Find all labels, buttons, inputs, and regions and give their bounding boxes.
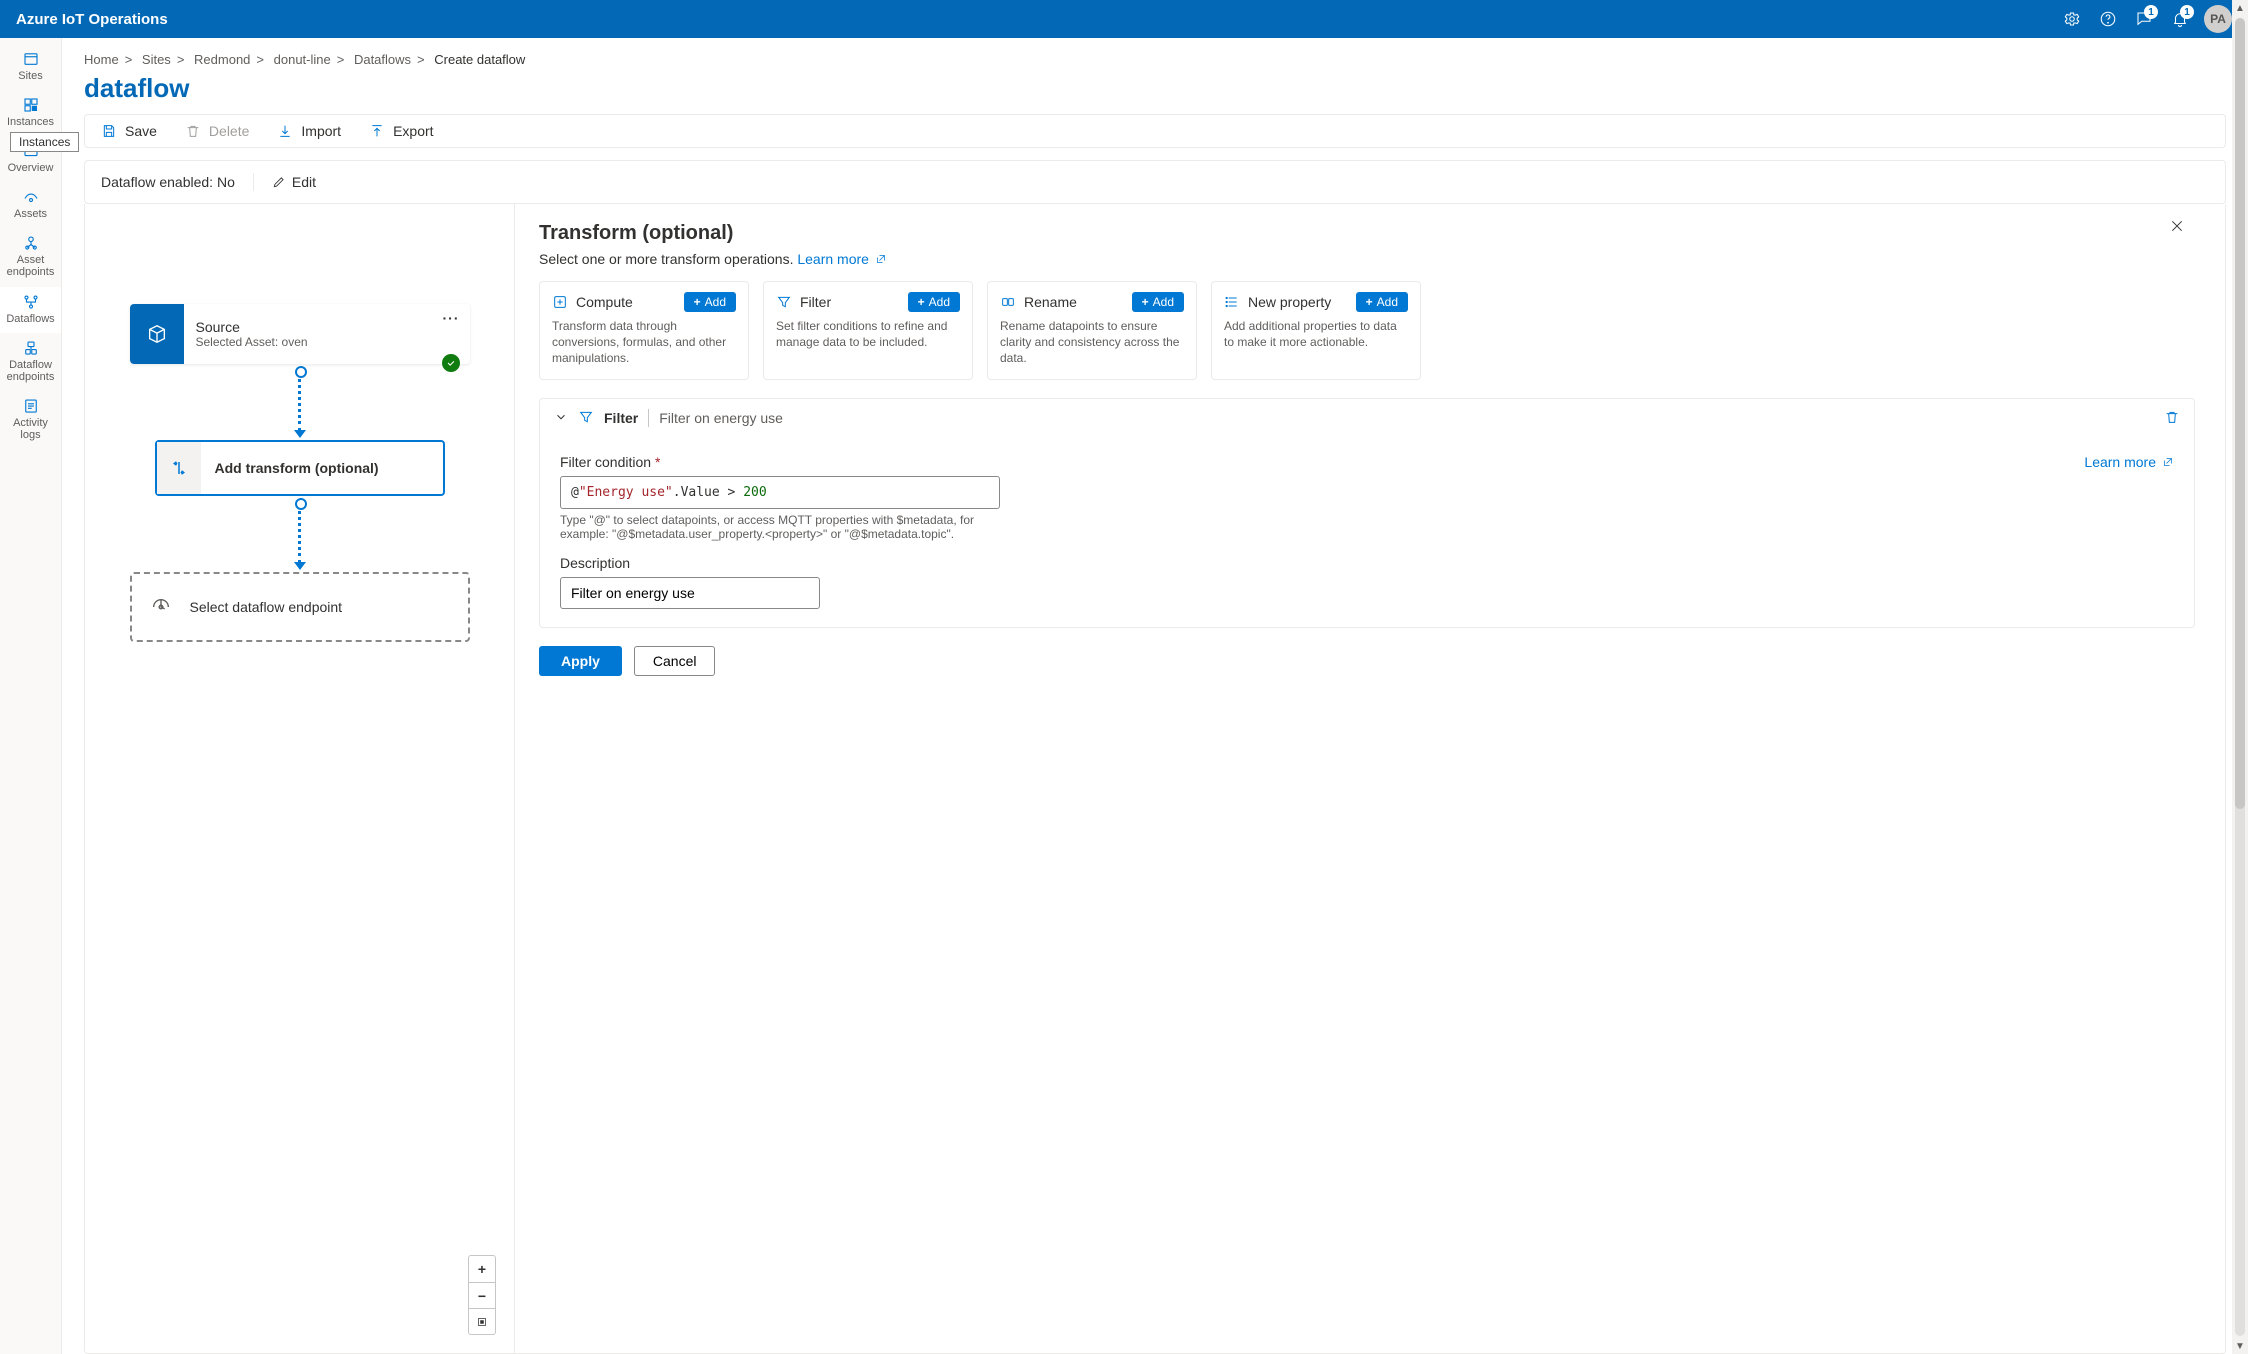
add-compute-button[interactable]: +Add xyxy=(684,292,736,312)
node-select-endpoint[interactable]: Select dataflow endpoint xyxy=(130,572,470,642)
add-new-property-button[interactable]: +Add xyxy=(1356,292,1408,312)
crumb-donut-line[interactable]: donut-line xyxy=(274,52,331,67)
compute-icon xyxy=(552,294,568,310)
panel-title: Transform (optional) xyxy=(539,222,2195,245)
rail-item-instances[interactable]: Instances xyxy=(0,90,61,136)
save-button[interactable]: Save xyxy=(101,123,157,139)
bell-badge: 1 xyxy=(2180,5,2194,19)
crumb-home[interactable]: Home xyxy=(84,52,119,67)
transform-icon xyxy=(157,442,201,494)
panel-subtitle: Select one or more transform operations.… xyxy=(539,251,2195,267)
filter-condition-hint: Type "@" to select datapoints, or access… xyxy=(560,513,1000,541)
rail-item-dataflows[interactable]: Dataflows xyxy=(0,287,61,333)
cube-icon xyxy=(130,304,184,364)
rail-item-sites[interactable]: Sites xyxy=(0,44,61,90)
transform-panel: Transform (optional) Select one or more … xyxy=(515,204,2225,1353)
tile-new-property: New property +Add Add additional propert… xyxy=(1211,281,1421,380)
tile-filter: Filter +Add Set filter conditions to ref… xyxy=(763,281,973,380)
toolbar: Save Delete Import Export xyxy=(84,114,2226,148)
rail-item-dataflow-endpoints[interactable]: Dataflow endpoints xyxy=(0,333,61,391)
add-rename-button[interactable]: +Add xyxy=(1132,292,1184,312)
edit-enabled-button[interactable]: Edit xyxy=(272,174,316,190)
zoom-out-button[interactable]: − xyxy=(469,1282,495,1308)
delete-button: Delete xyxy=(185,123,249,139)
crumb-current: Create dataflow xyxy=(434,52,525,67)
export-button[interactable]: Export xyxy=(369,123,433,139)
settings-icon[interactable] xyxy=(2054,1,2090,37)
connector-1 xyxy=(298,372,301,432)
node-source[interactable]: Source Selected Asset: oven ··· xyxy=(130,304,470,364)
learn-more-link[interactable]: Learn more xyxy=(797,251,886,267)
page-title: dataflow xyxy=(62,73,2248,114)
crumb-dataflows[interactable]: Dataflows xyxy=(354,52,411,67)
crumb-sites[interactable]: Sites xyxy=(142,52,171,67)
description-input[interactable] xyxy=(560,577,820,609)
breadcrumb: Home> Sites> Redmond> donut-line> Datafl… xyxy=(62,38,2248,73)
import-button[interactable]: Import xyxy=(277,123,341,139)
zoom-controls: + − xyxy=(468,1255,496,1335)
check-icon xyxy=(442,354,460,372)
node-add-transform[interactable]: Add transform (optional) xyxy=(155,440,445,496)
feedback-icon[interactable]: 1 xyxy=(2126,1,2162,37)
add-filter-button[interactable]: +Add xyxy=(908,292,960,312)
filter-learn-more-link[interactable]: Learn more xyxy=(2084,454,2174,470)
zoom-in-button[interactable]: + xyxy=(469,1256,495,1282)
list-icon xyxy=(1224,294,1240,310)
rail-item-activity-logs[interactable]: Activity logs xyxy=(0,391,61,449)
avatar[interactable]: PA xyxy=(2204,5,2232,33)
delete-filter-button[interactable] xyxy=(2164,409,2180,428)
rail-item-assets[interactable]: Assets xyxy=(0,182,61,228)
help-icon[interactable] xyxy=(2090,1,2126,37)
bell-icon[interactable]: 1 xyxy=(2162,1,2198,37)
external-link-icon xyxy=(2162,456,2174,468)
brand-title: Azure IoT Operations xyxy=(16,11,168,28)
tile-compute: Compute +Add Transform data through conv… xyxy=(539,281,749,380)
zoom-fit-button[interactable] xyxy=(469,1308,495,1334)
description-label: Description xyxy=(560,555,2174,571)
external-link-icon xyxy=(875,253,887,265)
crumb-redmond[interactable]: Redmond xyxy=(194,52,250,67)
top-header: Azure IoT Operations 1 1 PA xyxy=(0,0,2248,38)
collapse-filter-button[interactable] xyxy=(554,410,568,427)
filter-icon xyxy=(578,409,594,428)
filter-operation-block: Filter Filter on energy use Filt xyxy=(539,398,2195,628)
enabled-bar: Dataflow enabled: No Edit xyxy=(84,160,2226,204)
rail-item-asset-endpoints[interactable]: Asset endpoints xyxy=(0,228,61,286)
cancel-button[interactable]: Cancel xyxy=(634,646,716,676)
source-more-icon[interactable]: ··· xyxy=(443,310,460,326)
endpoint-icon xyxy=(150,596,172,618)
filter-icon xyxy=(776,294,792,310)
rename-icon xyxy=(1000,294,1016,310)
rail-tooltip: Instances xyxy=(10,132,79,152)
close-panel-button[interactable] xyxy=(2169,218,2185,237)
tile-rename: Rename +Add Rename datapoints to ensure … xyxy=(987,281,1197,380)
filter-condition-input[interactable]: @"Energy use".Value > 200 xyxy=(560,476,1000,509)
source-title: Source xyxy=(196,319,458,335)
source-subtitle: Selected Asset: oven xyxy=(196,335,458,349)
enabled-text: Dataflow enabled: No xyxy=(101,174,235,190)
feedback-badge: 1 xyxy=(2144,5,2158,19)
left-rail: Sites Instances Instances Overview Asset… xyxy=(0,38,62,1354)
dataflow-canvas: Source Selected Asset: oven ··· Add tran… xyxy=(85,204,515,1353)
connector-2 xyxy=(298,504,301,564)
apply-button[interactable]: Apply xyxy=(539,646,622,676)
filter-condition-label: Filter condition * xyxy=(560,454,660,470)
